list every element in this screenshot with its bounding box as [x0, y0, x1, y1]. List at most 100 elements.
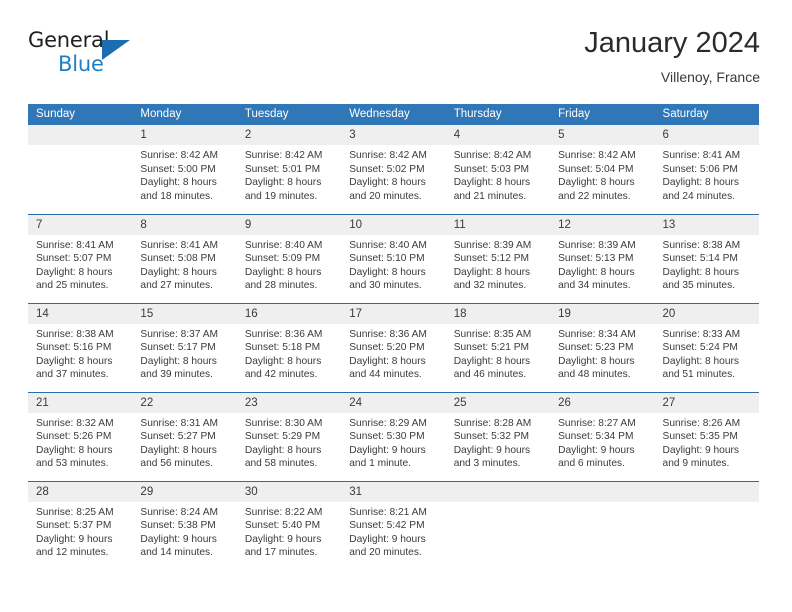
- weekday-header-row: Sunday Monday Tuesday Wednesday Thursday…: [28, 104, 759, 125]
- daylight-text-line2: and 28 minutes.: [244, 280, 318, 292]
- daylight-text-line1: Daylight: 8 hours: [349, 177, 426, 189]
- day-info: Sunrise: 8:25 AM Sunset: 5:37 PM Dayligh…: [28, 502, 132, 560]
- day-cell[interactable]: 25 Sunrise: 8:28 AM Sunset: 5:32 PM Dayl…: [445, 391, 551, 481]
- day-number: 29: [132, 481, 237, 502]
- day-number: 8: [132, 214, 237, 235]
- sunset-text: Sunset: 5:17 PM: [140, 342, 216, 354]
- day-cell[interactable]: 31 Sunrise: 8:21 AM Sunset: 5:42 PM Dayl…: [341, 480, 446, 570]
- day-number: 13: [654, 214, 759, 235]
- sunset-text: Sunset: 5:34 PM: [558, 431, 634, 443]
- day-number: 19: [550, 303, 655, 324]
- sunset-text: Sunset: 5:01 PM: [244, 163, 321, 175]
- daylight-text-line2: and 17 minutes.: [244, 547, 318, 559]
- day-cell[interactable]: 4 Sunrise: 8:42 AM Sunset: 5:03 PM Dayli…: [445, 125, 551, 214]
- daylight-text-line1: Daylight: 8 hours: [349, 266, 426, 278]
- day-number: 22: [132, 392, 237, 413]
- day-cell[interactable]: 11 Sunrise: 8:39 AM Sunset: 5:12 PM Dayl…: [445, 213, 551, 303]
- day-number: [445, 481, 551, 502]
- sunrise-text: Sunrise: 8:38 AM: [36, 328, 114, 340]
- sunset-text: Sunset: 5:08 PM: [140, 253, 216, 265]
- day-cell[interactable]: 1 Sunrise: 8:42 AM Sunset: 5:00 PM Dayli…: [132, 125, 237, 214]
- day-cell[interactable]: 20 Sunrise: 8:33 AM Sunset: 5:24 PM Dayl…: [654, 302, 759, 392]
- day-cell[interactable]: 14 Sunrise: 8:38 AM Sunset: 5:16 PM Dayl…: [28, 302, 133, 392]
- sunrise-text: Sunrise: 8:41 AM: [140, 239, 219, 251]
- brand-logo[interactable]: General Blue: [28, 26, 148, 82]
- sunset-text: Sunset: 5:30 PM: [349, 431, 425, 443]
- calendar-table: Sunday Monday Tuesday Wednesday Thursday…: [28, 104, 759, 570]
- location-subtitle: Villenoy, France: [660, 69, 760, 85]
- day-cell[interactable]: 2 Sunrise: 8:42 AM Sunset: 5:01 PM Dayli…: [236, 125, 342, 214]
- weekday-header-sunday: Sunday: [28, 104, 133, 125]
- day-cell[interactable]: 24 Sunrise: 8:29 AM Sunset: 5:30 PM Dayl…: [341, 391, 446, 481]
- daylight-text-line2: and 25 minutes.: [36, 280, 109, 292]
- daylight-text-line2: and 24 minutes.: [662, 190, 736, 202]
- daylight-text-line2: and 53 minutes.: [36, 458, 109, 470]
- sunrise-text: Sunrise: 8:21 AM: [349, 506, 427, 518]
- day-info: Sunrise: 8:38 AM Sunset: 5:16 PM Dayligh…: [28, 324, 132, 382]
- day-cell[interactable]: 5 Sunrise: 8:42 AM Sunset: 5:04 PM Dayli…: [550, 125, 655, 214]
- day-cell[interactable]: 7 Sunrise: 8:41 AM Sunset: 5:07 PM Dayli…: [28, 213, 133, 303]
- sunset-text: Sunset: 5:07 PM: [36, 253, 112, 265]
- daylight-text-line1: Daylight: 8 hours: [349, 355, 426, 367]
- day-cell[interactable]: 21 Sunrise: 8:32 AM Sunset: 5:26 PM Dayl…: [28, 391, 133, 481]
- sunset-text: Sunset: 5:37 PM: [36, 520, 112, 532]
- day-cell[interactable]: 23 Sunrise: 8:30 AM Sunset: 5:29 PM Dayl…: [236, 391, 342, 481]
- sunrise-text: Sunrise: 8:42 AM: [453, 150, 532, 161]
- sunset-text: Sunset: 5:03 PM: [453, 163, 530, 175]
- day-info: Sunrise: 8:22 AM Sunset: 5:40 PM Dayligh…: [237, 502, 341, 560]
- day-cell[interactable]: 29 Sunrise: 8:24 AM Sunset: 5:38 PM Dayl…: [132, 480, 237, 570]
- day-cell[interactable]: 8 Sunrise: 8:41 AM Sunset: 5:08 PM Dayli…: [132, 213, 237, 303]
- day-cell[interactable]: 9 Sunrise: 8:40 AM Sunset: 5:09 PM Dayli…: [236, 213, 342, 303]
- day-cell-empty: [550, 480, 655, 570]
- day-cell-empty: [445, 480, 551, 570]
- sunset-text: Sunset: 5:26 PM: [36, 431, 112, 443]
- daylight-text-line1: Daylight: 8 hours: [662, 266, 739, 278]
- sunset-text: Sunset: 5:29 PM: [244, 431, 321, 443]
- day-info: Sunrise: 8:42 AM Sunset: 5:02 PM Dayligh…: [341, 145, 445, 203]
- sunset-text: Sunset: 5:06 PM: [662, 163, 738, 175]
- day-info: Sunrise: 8:30 AM Sunset: 5:29 PM Dayligh…: [237, 413, 341, 471]
- day-number: 2: [236, 125, 342, 145]
- daylight-text-line1: Daylight: 8 hours: [453, 266, 531, 278]
- day-number: 6: [654, 125, 759, 145]
- sunset-text: Sunset: 5:04 PM: [558, 163, 634, 175]
- day-info: Sunrise: 8:26 AM Sunset: 5:35 PM Dayligh…: [655, 413, 759, 471]
- day-cell[interactable]: 15 Sunrise: 8:37 AM Sunset: 5:17 PM Dayl…: [132, 302, 237, 392]
- daylight-text-line2: and 51 minutes.: [662, 369, 736, 381]
- day-cell[interactable]: 17 Sunrise: 8:36 AM Sunset: 5:20 PM Dayl…: [341, 302, 446, 392]
- sunset-text: Sunset: 5:38 PM: [140, 520, 216, 532]
- sunset-text: Sunset: 5:24 PM: [662, 342, 738, 354]
- day-cell[interactable]: 10 Sunrise: 8:40 AM Sunset: 5:10 PM Dayl…: [341, 213, 446, 303]
- day-cell[interactable]: 3 Sunrise: 8:42 AM Sunset: 5:02 PM Dayli…: [341, 125, 446, 214]
- daylight-text-line1: Daylight: 9 hours: [662, 444, 739, 456]
- day-number: 24: [341, 392, 446, 413]
- day-cell[interactable]: 30 Sunrise: 8:22 AM Sunset: 5:40 PM Dayl…: [236, 480, 342, 570]
- sunrise-text: Sunrise: 8:42 AM: [349, 150, 427, 161]
- weekday-header-tuesday: Tuesday: [236, 104, 342, 125]
- day-cell[interactable]: 28 Sunrise: 8:25 AM Sunset: 5:37 PM Dayl…: [28, 480, 133, 570]
- day-cell[interactable]: 26 Sunrise: 8:27 AM Sunset: 5:34 PM Dayl…: [550, 391, 655, 481]
- day-cell[interactable]: 6 Sunrise: 8:41 AM Sunset: 5:06 PM Dayli…: [654, 125, 759, 214]
- calendar-body: 1 Sunrise: 8:42 AM Sunset: 5:00 PM Dayli…: [28, 125, 759, 570]
- day-cell[interactable]: 13 Sunrise: 8:38 AM Sunset: 5:14 PM Dayl…: [654, 213, 759, 303]
- calendar-page: General Blue January 2024 Villenoy, Fran…: [0, 0, 792, 612]
- day-cell[interactable]: 19 Sunrise: 8:34 AM Sunset: 5:23 PM Dayl…: [550, 302, 655, 392]
- week-row: 7 Sunrise: 8:41 AM Sunset: 5:07 PM Dayli…: [28, 213, 759, 303]
- day-cell[interactable]: 18 Sunrise: 8:35 AM Sunset: 5:21 PM Dayl…: [445, 302, 551, 392]
- sunset-text: Sunset: 5:32 PM: [453, 431, 530, 443]
- sunrise-text: Sunrise: 8:41 AM: [662, 150, 741, 161]
- daylight-text-line1: Daylight: 9 hours: [36, 533, 113, 545]
- page-title: January 2024: [584, 27, 760, 59]
- day-cell[interactable]: 12 Sunrise: 8:39 AM Sunset: 5:13 PM Dayl…: [550, 213, 655, 303]
- day-number: 1: [132, 125, 237, 145]
- daylight-text-line2: and 18 minutes.: [140, 190, 213, 202]
- day-number: 5: [550, 125, 655, 145]
- day-cell[interactable]: 27 Sunrise: 8:26 AM Sunset: 5:35 PM Dayl…: [654, 391, 759, 481]
- day-cell[interactable]: 22 Sunrise: 8:31 AM Sunset: 5:27 PM Dayl…: [132, 391, 237, 481]
- daylight-text-line1: Daylight: 8 hours: [36, 266, 113, 278]
- day-cell[interactable]: 16 Sunrise: 8:36 AM Sunset: 5:18 PM Dayl…: [236, 302, 342, 392]
- day-info: Sunrise: 8:27 AM Sunset: 5:34 PM Dayligh…: [550, 413, 654, 471]
- title-block: January 2024 Villenoy, France: [584, 26, 760, 85]
- day-number: 9: [236, 214, 342, 235]
- day-info: Sunrise: 8:38 AM Sunset: 5:14 PM Dayligh…: [655, 235, 759, 293]
